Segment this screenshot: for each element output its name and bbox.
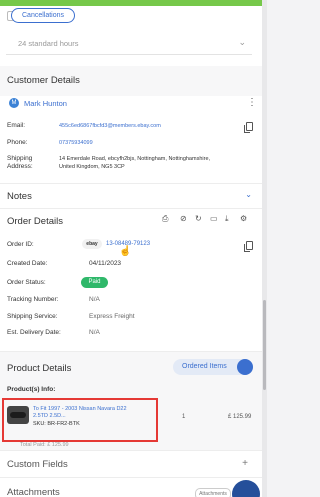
order-toolbar: ⎙ ⊘ ↻ ▭ ⤓ ⚙ [162, 214, 262, 224]
product-info-label: Product(s) Info: [7, 386, 56, 393]
download-icon[interactable]: ⤓ [225, 214, 229, 224]
product-price: £ 125.99 [228, 414, 252, 420]
created-label: Created Date: [7, 260, 48, 267]
delivery-option-select[interactable]: 24 standard hours ⌄ [6, 32, 252, 55]
scrollbar[interactable] [262, 0, 267, 497]
cancel-order-icon[interactable]: ⊘ [180, 214, 187, 223]
notes-header[interactable]: Notes ⌄ [0, 183, 262, 208]
status-bar [0, 0, 262, 6]
cursor-pointer-icon: ☝ [119, 246, 132, 257]
section-title: Product Details [7, 363, 72, 374]
avatar: M [9, 98, 19, 108]
section-title: Custom Fields [7, 459, 68, 470]
file-icon[interactable]: ▭ [210, 214, 218, 223]
section-title: Notes [7, 191, 32, 202]
attachments-button[interactable]: Attachments [195, 488, 231, 497]
print-icon[interactable]: ⎙ [162, 214, 168, 224]
customer-name-link[interactable]: Mark Hunton [24, 99, 67, 108]
plus-icon[interactable]: + [242, 458, 248, 469]
email-link[interactable]: 455c6ed6867fbcfd3@members.ebay.com [59, 123, 161, 129]
tracking-label: Tracking Number: [7, 296, 59, 303]
shipping-label-1: Shipping [7, 155, 33, 162]
ebay-badge: ebay [82, 239, 102, 249]
address-line-2: United Kingdom, NG5 3CP [59, 164, 125, 170]
highlight-box [2, 398, 158, 442]
order-id-label: Order ID: [7, 241, 34, 248]
customer-details-header: Customer Details [0, 66, 262, 96]
custom-fields-header[interactable]: Custom Fields + [0, 450, 262, 477]
shipping-service-value: Express Freight [89, 313, 135, 320]
delivery-value: N/A [89, 329, 100, 336]
email-label: Email: [7, 122, 26, 129]
phone-link[interactable]: 07375934099 [59, 140, 93, 146]
order-detail-panel: Cancellations 24 standard hours ⌄ Custom… [0, 0, 262, 497]
created-value: 04/11/2023 [89, 260, 122, 267]
scrollbar-thumb[interactable] [263, 300, 266, 390]
copy-icon[interactable] [244, 122, 253, 133]
cancellations-button[interactable]: Cancellations [11, 8, 76, 23]
product-total: Total Paid: £ 125.99 [20, 442, 69, 448]
address-line-1: 14 Emerdale Road, ebcyfh2bjs, Nottingham… [59, 156, 211, 162]
refresh-icon[interactable]: ↻ [195, 214, 202, 223]
phone-label: Phone: [7, 139, 28, 146]
ordered-items-toggle[interactable]: Ordered Items [173, 359, 253, 375]
shipping-service-label: Shipping Service: [7, 313, 58, 320]
toggle-knob [237, 359, 253, 375]
more-options-icon[interactable]: ⋮ [247, 98, 257, 108]
section-title: Customer Details [7, 75, 80, 86]
copy-icon[interactable] [244, 241, 253, 252]
shipping-label-2: Address: [7, 163, 33, 170]
tracking-value: N/A [89, 296, 100, 303]
toggle-label: Ordered Items [182, 363, 227, 370]
section-title: Order Details [7, 216, 63, 227]
chevron-down-icon: ⌄ [238, 37, 246, 47]
product-qty: 1 [182, 414, 186, 420]
chevron-down-icon: ⌄ [245, 190, 252, 199]
settings-icon[interactable]: ⚙ [240, 214, 247, 223]
delivery-option-value: 24 standard hours [18, 39, 79, 48]
delivery-label: Est. Delivery Date: [7, 329, 61, 336]
section-title: Attachments [7, 487, 60, 497]
status-label: Order Status: [7, 279, 46, 286]
status-badge: Paid [81, 277, 108, 288]
